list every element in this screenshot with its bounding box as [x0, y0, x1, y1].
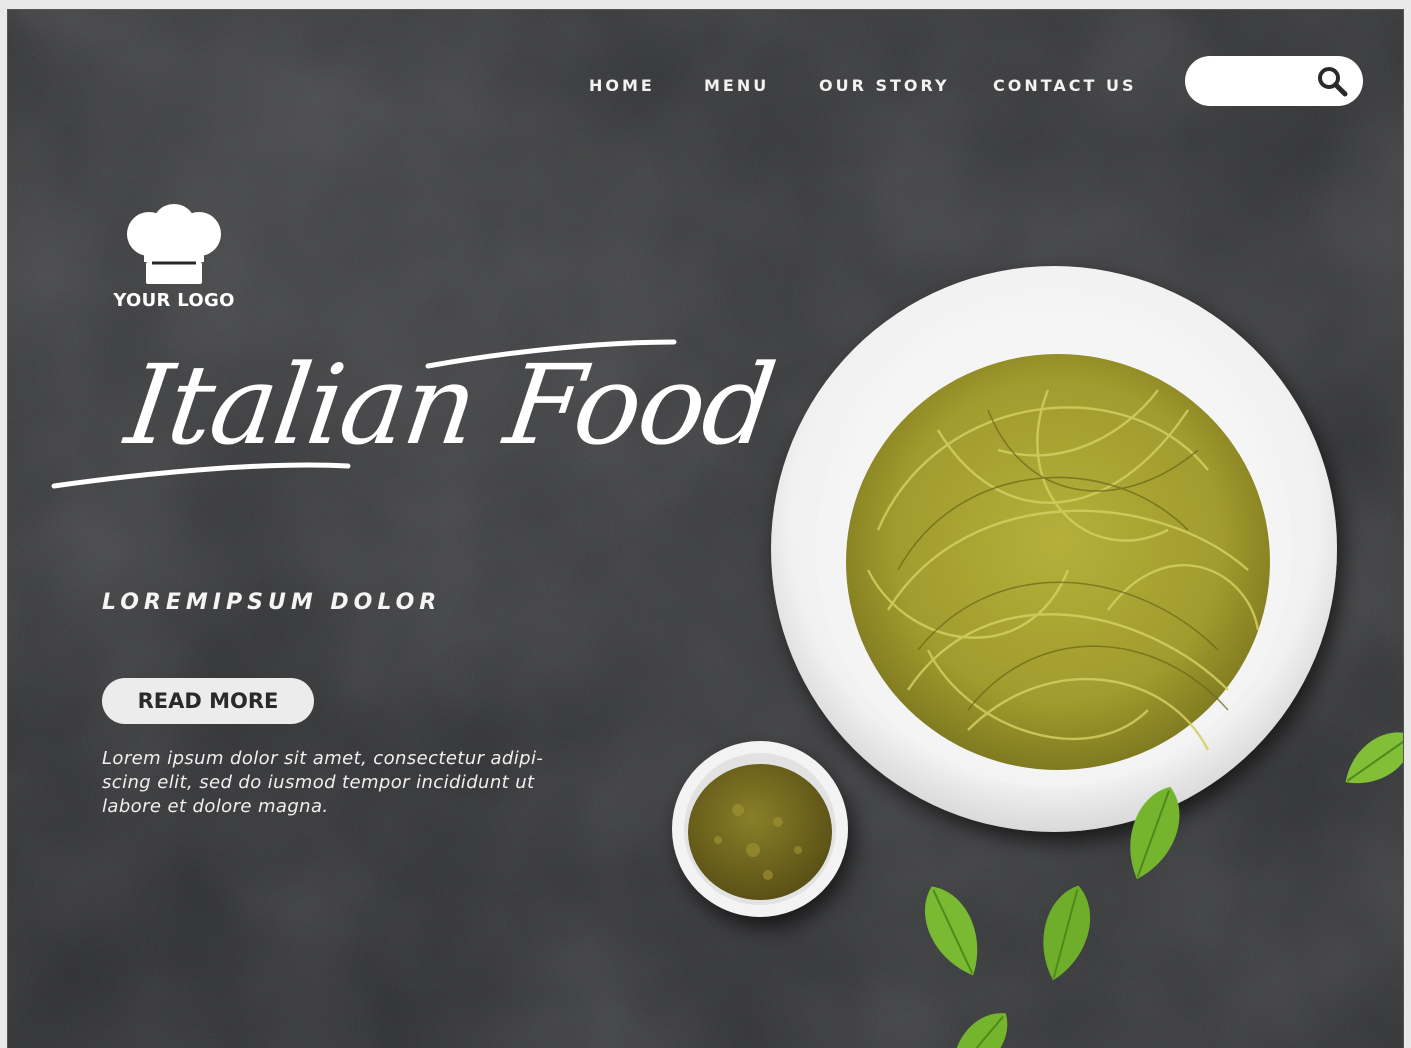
search-button[interactable]	[1315, 64, 1351, 98]
nav-menu[interactable]: MENU	[704, 76, 769, 95]
nav-home[interactable]: HOME	[589, 76, 655, 95]
search-box	[1185, 56, 1363, 106]
hero-description: Lorem ipsum dolor sit amet, consectetur …	[102, 748, 544, 817]
logo-text: YOUR LOGO	[113, 290, 235, 311]
hero-subtitle: LOREMIPSUM DOLOR	[102, 590, 442, 615]
title-brush-strokes	[51, 339, 677, 489]
nav-our-story[interactable]: OUR STORY	[819, 76, 950, 95]
search-icon	[1318, 67, 1348, 97]
chef-hat-icon	[127, 204, 221, 284]
landing-page: HOME MENU OUR STORY CONTACT US YOUR LOGO…	[8, 10, 1403, 1048]
nav-contact-us[interactable]: CONTACT US	[993, 76, 1137, 95]
search-input[interactable]	[1203, 68, 1307, 96]
read-more-button[interactable]: READ MORE	[102, 678, 314, 724]
